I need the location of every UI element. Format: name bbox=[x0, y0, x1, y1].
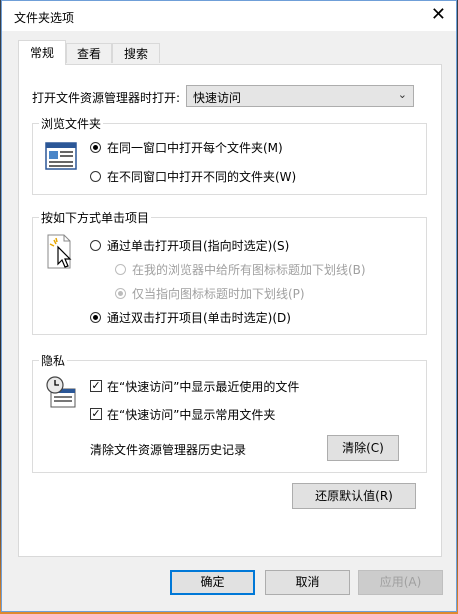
double-click-label[interactable]: 通过双击打开项目(单击时选定)(D) bbox=[107, 309, 291, 326]
tab-search[interactable]: 搜索 bbox=[112, 43, 160, 63]
privacy-clock-icon bbox=[46, 376, 76, 408]
recent-files-label[interactable]: 在“快速访问”中显示最近使用的文件 bbox=[107, 378, 299, 395]
underline-all-label: 在我的浏览器中给所有图标标题加下划线(B) bbox=[132, 263, 366, 277]
tab-general[interactable]: 常规 bbox=[18, 40, 66, 65]
radio-single-click[interactable] bbox=[90, 240, 101, 251]
click-cursor-icon bbox=[47, 234, 72, 269]
browse-folders-title: 浏览文件夹 bbox=[39, 115, 104, 132]
tab-view[interactable]: 查看 bbox=[66, 43, 112, 63]
open-explorer-label: 打开文件资源管理器时打开: bbox=[32, 91, 181, 105]
open-explorer-dropdown[interactable]: 快速访问 ⌄ bbox=[186, 85, 414, 107]
browse-folders-group: 浏览文件夹 在同一窗口中打开每个文件夹(M) 在不同窗口中打开不同的文件夹(W) bbox=[32, 115, 427, 195]
clear-history-label: 清除文件资源管理器历史记录 bbox=[90, 443, 247, 457]
new-window-label[interactable]: 在不同窗口中打开不同的文件夹(W) bbox=[107, 168, 296, 185]
ok-button[interactable]: 确定 bbox=[170, 570, 255, 595]
cancel-button[interactable]: 取消 bbox=[265, 570, 350, 595]
clear-history-button[interactable]: 清除(C) bbox=[327, 435, 399, 461]
frequent-folders-label[interactable]: 在“快速访问”中显示常用文件夹 bbox=[107, 406, 275, 423]
checkbox-frequent-folders[interactable]: ✓ bbox=[90, 408, 102, 420]
folder-options-dialog: 文件夹选项 ✕ 常规 查看 搜索 打开文件资源管理器时打开: 快速访问 ⌄ 浏览… bbox=[1, 0, 457, 612]
same-window-label[interactable]: 在同一窗口中打开每个文件夹(M) bbox=[107, 139, 283, 156]
privacy-title: 隐私 bbox=[39, 352, 68, 369]
radio-underline-all bbox=[115, 264, 126, 275]
radio-underline-hover bbox=[115, 288, 126, 299]
window-title: 文件夹选项 bbox=[14, 11, 75, 25]
general-tab-panel: 打开文件资源管理器时打开: 快速访问 ⌄ 浏览文件夹 在同一窗口中打开每个文件夹… bbox=[18, 64, 442, 557]
close-icon[interactable]: ✕ bbox=[431, 5, 446, 25]
window-layout-icon bbox=[45, 142, 77, 170]
open-explorer-value: 快速访问 bbox=[193, 91, 242, 105]
underline-hover-label: 仅当指向图标标题时加下划线(P) bbox=[132, 287, 305, 301]
click-items-group: 按如下方式单击项目 通过单击打开项目(指向时选定)(S) 在我的浏览器中给所有图… bbox=[32, 209, 427, 335]
click-items-title: 按如下方式单击项目 bbox=[39, 209, 152, 226]
chevron-down-icon: ⌄ bbox=[397, 88, 407, 101]
radio-same-window[interactable] bbox=[90, 142, 101, 153]
single-click-label[interactable]: 通过单击打开项目(指向时选定)(S) bbox=[107, 237, 289, 254]
checkbox-recent-files[interactable]: ✓ bbox=[90, 380, 102, 392]
apply-button: 应用(A) bbox=[358, 570, 443, 595]
radio-new-window[interactable] bbox=[90, 171, 101, 182]
title-bar[interactable]: 文件夹选项 ✕ bbox=[2, 1, 456, 31]
restore-defaults-button[interactable]: 还原默认值(R) bbox=[292, 483, 416, 509]
privacy-group: 隐私 ✓ 在“快速访问”中显示最近使用的文件 ✓ 在“快速访问”中显示常用文件夹… bbox=[32, 352, 427, 473]
radio-double-click[interactable] bbox=[90, 312, 101, 323]
